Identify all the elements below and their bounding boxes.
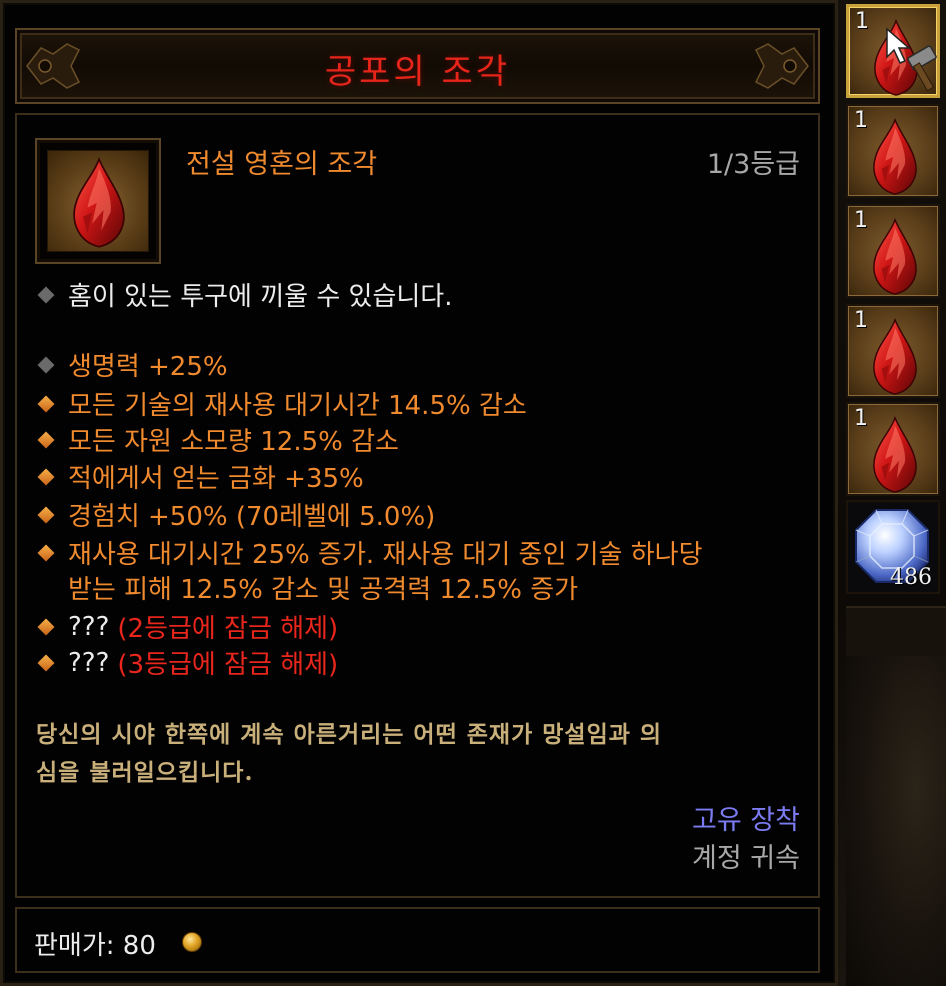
red-soul-shard-icon [873,417,917,493]
orange-diamond-bullet-icon [37,431,55,448]
stack-count: 1 [854,406,868,431]
locked-stat-label: ??? [68,611,110,642]
red-soul-shard-icon [873,319,917,395]
stat-text-continued: 받는 피해 12.5% 감소 및 공격력 12.5% 증가 [68,575,579,605]
title-ornament-right [754,43,809,89]
stat-text: 모든 기술의 재사용 대기시간 14.5% 감소 [68,391,527,421]
item-name: 전설 영혼의 조각 [186,149,378,180]
stat-line: 적에게서 얻는 금화 +35% [36,458,364,495]
stat-text: 경험치 +50% (70레벨에 5.0%) [68,502,436,532]
stat-text: 재사용 대기시간 25% 증가. 재사용 대기 중인 기술 하나당 [68,540,703,570]
stat-line: 모든 기술의 재사용 대기시간 14.5% 감소 [36,385,527,422]
inventory-slot[interactable]: 1 [846,304,940,398]
locked-stat-label: ??? [68,647,110,678]
locked-stat-note: (2등급에 잠금 해제) [117,614,339,644]
stat-text: 적에게서 얻는 금화 +35% [68,464,364,494]
item-title: 공포의 조각 [324,52,511,92]
stack-count: 1 [854,208,868,233]
stack-count: 1 [854,108,868,133]
tooltip-title-bar: 공포의 조각 [15,28,820,104]
background-rock-texture [846,656,946,986]
gem-slot[interactable]: 486 [846,500,940,594]
locked-stat-note: (3등급에 잠금 해제) [117,650,339,680]
stat-line: 재사용 대기시간 25% 증가. 재사용 대기 중인 기술 하나당 [36,534,703,571]
inventory-slot[interactable]: 1 [846,204,940,298]
stat-line: 모든 자원 소모량 12.5% 감소 [36,421,399,458]
stat-text: 생명력 +25% [68,352,228,382]
orange-diamond-bullet-icon [37,395,55,412]
socket-line: 홈이 있는 투구에 끼울 수 있습니다. [36,276,452,313]
inventory-slot[interactable]: 1 [846,4,940,98]
stack-count: 1 [854,308,868,333]
item-rank: 1/3등급 [706,149,800,180]
red-soul-shard-icon [873,219,917,295]
gray-diamond-bullet-icon [37,286,55,303]
inventory-slot[interactable]: 1 [846,104,940,198]
flavor-text: 당신의 시야 한쪽에 계속 아른거리는 어떤 존재가 망설임과 의 심을 불러일… [36,716,806,792]
item-icon-frame [35,138,161,264]
orange-diamond-bullet-icon [37,468,55,485]
hammer-cursor-icon [886,27,937,92]
unique-equipped-label: 고유 장착 [692,805,800,836]
orange-diamond-bullet-icon [37,654,55,671]
orange-diamond-bullet-icon [37,544,55,561]
locked-stat-line: ??? (3등급에 잠금 해제) [36,644,338,681]
stat-line: 경험치 +50% (70레벨에 5.0%) [36,496,435,533]
stack-count: 1 [855,9,869,34]
flavor-line: 심을 불러일으킵니다. [36,759,254,786]
account-bound-label: 계정 귀속 [692,843,800,874]
inventory-empty-slot[interactable] [846,606,946,656]
gem-count: 486 [890,565,932,590]
item-icon-background [47,150,149,252]
orange-diamond-bullet-icon [37,506,55,523]
red-soul-shard-icon [873,119,917,195]
red-soul-shard-icon [73,158,125,248]
sell-price: 판매가: 80 [34,931,156,961]
orange-diamond-bullet-icon [37,618,55,635]
gold-coin-icon [182,932,202,952]
inventory-slot[interactable]: 1 [846,402,940,496]
stat-text: 모든 자원 소모량 12.5% 감소 [68,427,399,457]
locked-stat-line: ??? (2등급에 잠금 해제) [36,608,338,645]
gray-diamond-bullet-icon [37,356,55,373]
stat-line: 생명력 +25% [36,346,228,383]
socket-text: 홈이 있는 투구에 끼울 수 있습니다. [68,282,453,312]
flavor-line: 당신의 시야 한쪽에 계속 아른거리는 어떤 존재가 망설임과 의 [36,721,663,748]
